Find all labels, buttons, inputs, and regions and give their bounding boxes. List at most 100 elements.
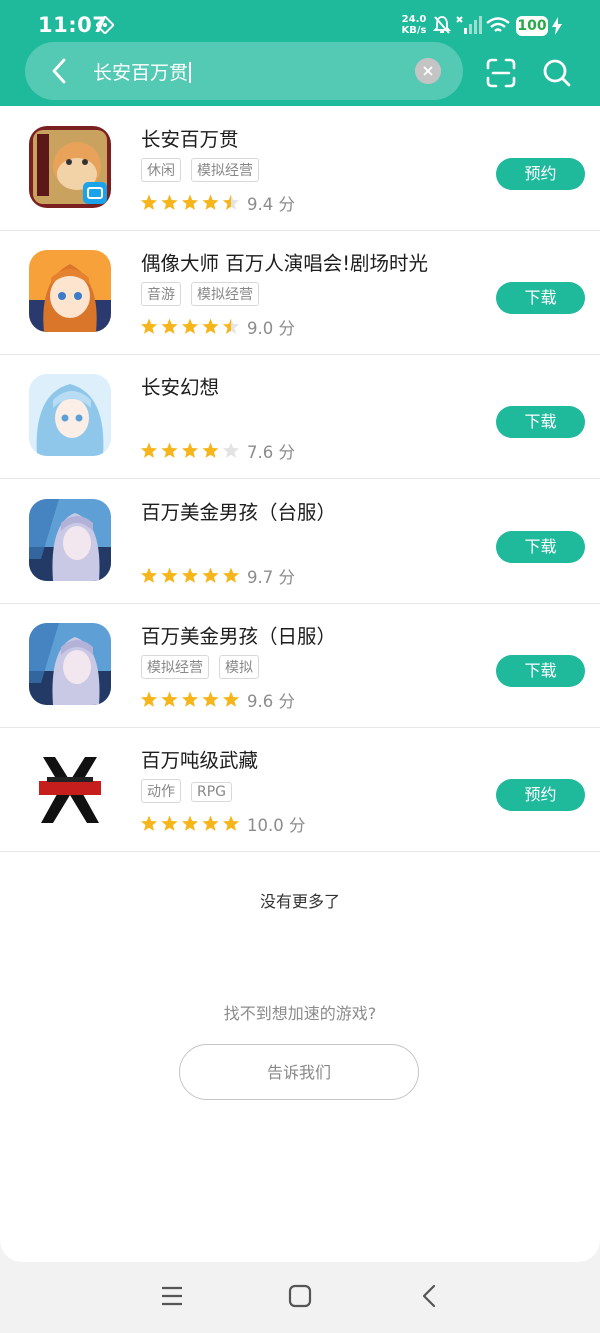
game-tag: 模拟经营: [141, 655, 209, 679]
download-button[interactable]: 下载: [496, 282, 585, 314]
network-speed: 24.0 KB/s: [398, 14, 430, 36]
star-icon: [161, 318, 178, 334]
game-row[interactable]: 偶像大师 百万人演唱会!剧场时光 音游 模拟经营 9.0 分 下载: [0, 230, 600, 355]
scan-icon[interactable]: [486, 58, 516, 88]
system-nav-bar: [0, 1262, 600, 1333]
download-button[interactable]: 下载: [496, 406, 585, 438]
reserve-button[interactable]: 预约: [496, 158, 585, 190]
rating-stars: [141, 815, 240, 831]
game-tag: 动作: [141, 779, 181, 803]
cellular-signal-icon: [456, 16, 482, 34]
game-tags: 模拟经营 模拟: [141, 655, 269, 679]
game-rating: 9.0 分: [141, 315, 295, 338]
game-rating: 9.4 分: [141, 191, 295, 214]
tell-us-button[interactable]: 告诉我们: [179, 1044, 419, 1100]
back-chevron-icon[interactable]: [43, 54, 77, 88]
game-score: 9.7 分: [247, 568, 295, 587]
rating-stars: [141, 691, 240, 707]
star-icon: [141, 442, 158, 458]
game-row[interactable]: 百万吨级武藏 动作 RPG 10.0 分 预约: [0, 727, 600, 852]
star-icon: [202, 194, 219, 210]
game-icon-musashi[interactable]: [29, 747, 111, 829]
game-score: 9.4 分: [247, 195, 295, 214]
star-icon: [222, 691, 240, 707]
game-score: 9.0 分: [247, 319, 295, 338]
game-title[interactable]: 长安幻想: [141, 371, 219, 400]
rating-stars: [141, 442, 240, 458]
game-icon-changan-baiwanguan[interactable]: [29, 126, 111, 208]
star-icon: [222, 194, 240, 210]
star-icon: [161, 815, 178, 831]
game-title[interactable]: 偶像大师 百万人演唱会!剧场时光: [141, 247, 428, 276]
back-triangle-icon[interactable]: [418, 1284, 442, 1308]
game-row[interactable]: 长安幻想 7.6 分 下载: [0, 354, 600, 479]
game-icon-idolmaster[interactable]: [29, 250, 111, 332]
battery-level: 100: [516, 16, 548, 36]
star-icon: [222, 815, 240, 831]
search-box[interactable]: 长安百万贯: [25, 42, 463, 100]
game-rating: 9.7 分: [141, 564, 295, 587]
star-icon: [222, 567, 240, 583]
star-icon: [181, 815, 199, 831]
text-caret: [189, 62, 191, 83]
game-tag: RPG: [191, 782, 233, 802]
game-rating: 10.0 分: [141, 812, 305, 835]
star-icon: [222, 442, 240, 458]
search-query: 长安百万贯: [93, 62, 189, 84]
star-icon: [141, 815, 158, 831]
star-icon: [161, 567, 178, 583]
rating-stars: [141, 194, 240, 210]
game-title[interactable]: 百万美金男孩（日服）: [141, 620, 336, 649]
star-icon: [141, 567, 158, 583]
game-score: 9.6 分: [247, 692, 295, 711]
game-tag: 模拟: [219, 655, 259, 679]
mute-bell-icon: [433, 16, 451, 34]
star-icon: [202, 318, 219, 334]
game-title[interactable]: 长安百万贯: [141, 123, 239, 152]
star-icon: [202, 442, 219, 458]
star-icon: [161, 691, 178, 707]
star-icon: [222, 318, 240, 334]
game-row[interactable]: 百万美金男孩（日服） 模拟经营 模拟 9.6 分 下载: [0, 603, 600, 728]
game-row[interactable]: 长安百万贯 休闲 模拟经营 9.4 分 预约: [0, 106, 600, 231]
star-icon: [141, 318, 158, 334]
game-tags: 动作 RPG: [141, 779, 242, 803]
game-tags: 休闲 模拟经营: [141, 158, 269, 182]
home-square-icon[interactable]: [288, 1284, 312, 1308]
game-title[interactable]: 百万吨级武藏: [141, 744, 258, 773]
search-input[interactable]: 长安百万贯: [93, 58, 191, 85]
rating-stars: [141, 318, 240, 334]
star-icon: [202, 815, 219, 831]
app-notification-icon: [96, 16, 114, 34]
end-of-list-text: 没有更多了: [259, 892, 340, 911]
game-tag: 模拟经营: [191, 158, 259, 182]
search-results-list: 长安百万贯 休闲 模拟经营 9.4 分 预约 偶像大师 百万人演唱会!剧场时光 音…: [0, 106, 600, 1262]
star-icon: [181, 194, 199, 210]
game-icon-million-dollar-boy-jp[interactable]: [29, 623, 111, 705]
star-icon: [202, 691, 219, 707]
wifi-icon: [486, 17, 510, 32]
network-speed-unit: KB/s: [401, 25, 427, 36]
game-tags: 音游 模拟经营: [141, 282, 269, 306]
game-score: 7.6 分: [247, 443, 295, 462]
game-icon-changan-huanxiang[interactable]: [29, 374, 111, 456]
star-icon: [161, 442, 178, 458]
game-title[interactable]: 百万美金男孩（台服）: [141, 496, 336, 525]
not-found-prompt: 找不到想加速的游戏?: [223, 1004, 377, 1023]
menu-icon[interactable]: [160, 1284, 184, 1308]
star-icon: [161, 194, 178, 210]
star-icon: [181, 567, 199, 583]
game-icon-million-dollar-boy-tw[interactable]: [29, 499, 111, 581]
star-icon: [141, 691, 158, 707]
game-rating: 9.6 分: [141, 688, 295, 711]
app-header: 11:07 24.0 KB/s 100 长安百万贯: [0, 0, 600, 106]
download-button[interactable]: 下载: [496, 655, 585, 687]
clear-search-icon[interactable]: [415, 58, 441, 84]
game-row[interactable]: 百万美金男孩（台服） 9.7 分 下载: [0, 479, 600, 604]
reserve-button[interactable]: 预约: [496, 779, 585, 811]
download-button[interactable]: 下载: [496, 531, 585, 563]
rating-stars: [141, 567, 240, 583]
search-icon[interactable]: [542, 58, 572, 88]
network-speed-value: 24.0: [401, 14, 427, 25]
star-icon: [141, 194, 158, 210]
